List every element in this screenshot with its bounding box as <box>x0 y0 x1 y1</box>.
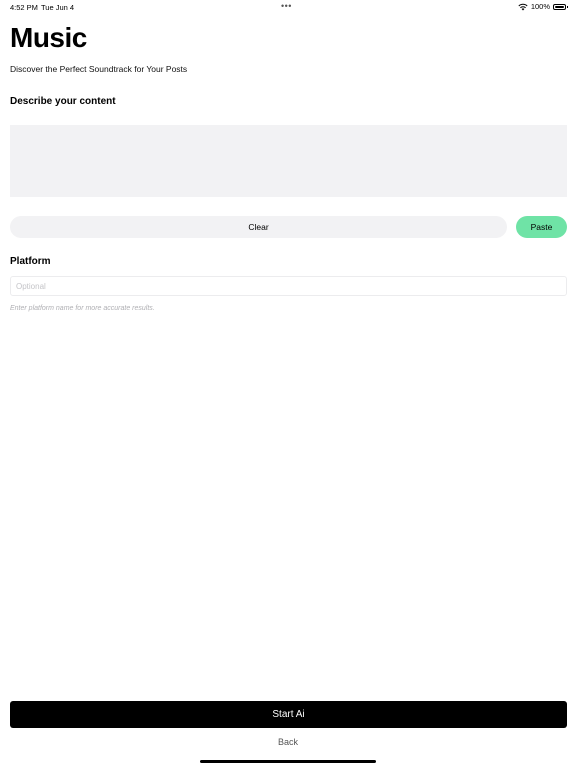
wifi-icon <box>518 3 528 11</box>
platform-label: Platform <box>10 256 51 267</box>
start-ai-button[interactable]: Start Ai <box>10 701 567 728</box>
battery-percentage: 100% <box>530 2 550 11</box>
multitasking-dots[interactable]: ••• <box>281 1 292 11</box>
status-bar: 4:52 PM Tue Jun 4 ••• 100% <box>0 0 576 14</box>
back-button[interactable]: Back <box>238 735 338 749</box>
page-title: Music <box>10 22 87 53</box>
content-label: Describe your content <box>10 96 116 107</box>
status-time: 4:52 PM <box>10 3 38 12</box>
status-date: Tue Jun 4 <box>41 3 75 12</box>
platform-hint: Enter platform name for more accurate re… <box>10 305 155 312</box>
paste-button[interactable]: Paste <box>516 216 567 238</box>
battery-icon <box>553 3 568 10</box>
status-indicators: 100% <box>518 2 568 11</box>
page-subtitle: Discover the Perfect Soundtrack for Your… <box>10 64 188 74</box>
content-description-input[interactable] <box>10 125 567 197</box>
home-indicator[interactable] <box>200 760 376 763</box>
platform-input[interactable] <box>10 276 567 296</box>
clear-button[interactable]: Clear <box>10 216 507 238</box>
